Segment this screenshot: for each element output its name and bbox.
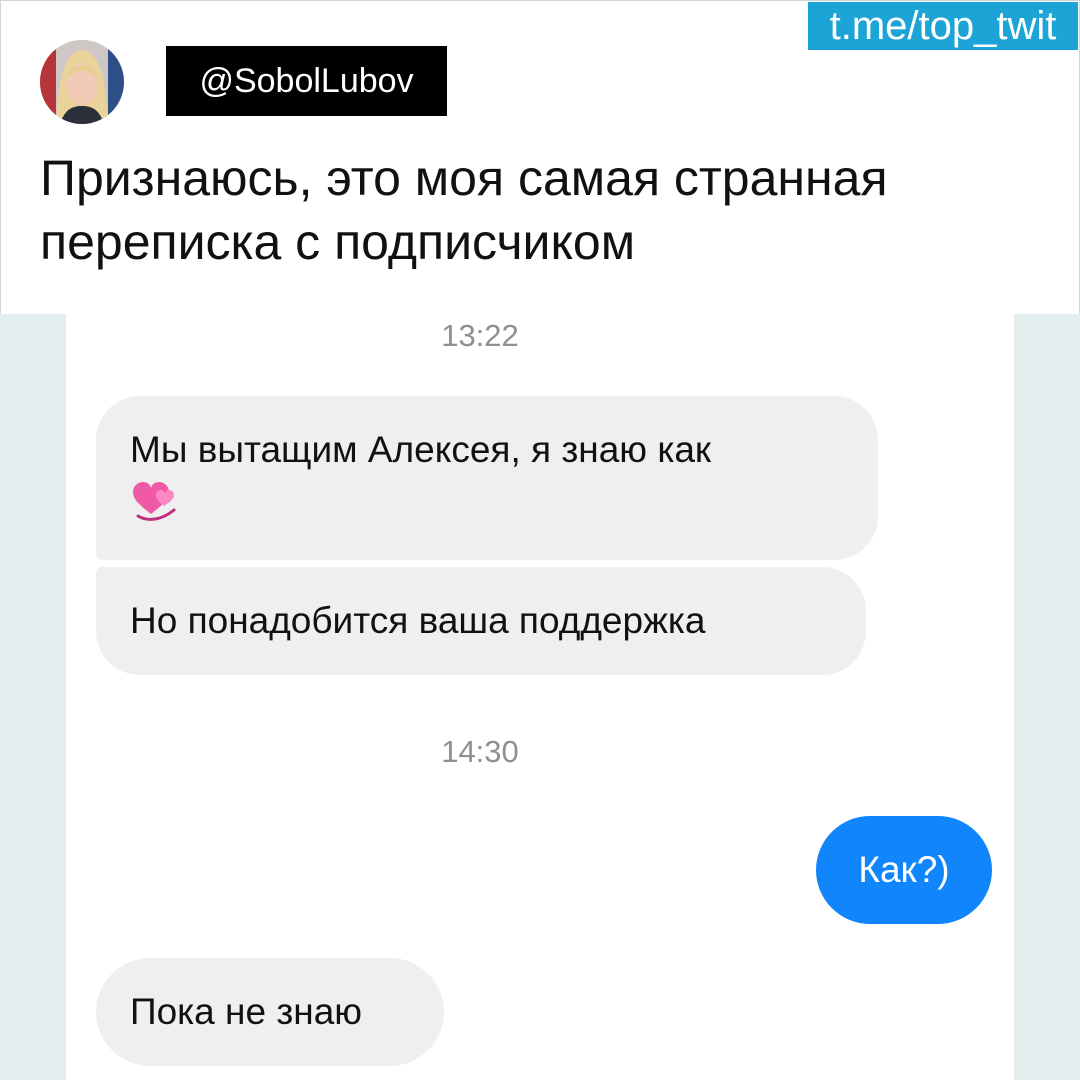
message-bubble-incoming[interactable]: Мы вытащим Алексея, я знаю как <box>96 396 878 560</box>
message-bubble-incoming[interactable]: Но понадобится ваша поддержка <box>96 567 866 675</box>
message-text: Мы вытащим Алексея, я знаю как <box>130 429 712 470</box>
author-handle[interactable]: @SobolLubov <box>166 46 447 116</box>
message-text: Как?) <box>858 849 950 890</box>
avatar-photo-icon <box>40 40 124 124</box>
message-bubble-incoming[interactable]: Пока не знаю <box>96 958 444 1066</box>
tweet-text: Признаюсь, это моя самая странная перепи… <box>40 150 888 270</box>
channel-link[interactable]: t.me/top_twit <box>808 2 1078 50</box>
message-text: Но понадобится ваша поддержка <box>130 600 706 641</box>
revolving-hearts-icon <box>133 482 176 521</box>
message-text: Пока не знаю <box>130 991 363 1032</box>
timestamp-1322: 13:22 <box>441 318 519 353</box>
timestamp-1430: 14:30 <box>441 734 519 769</box>
avatar[interactable] <box>40 40 124 124</box>
message-bubble-outgoing[interactable]: Как?) <box>816 816 992 924</box>
